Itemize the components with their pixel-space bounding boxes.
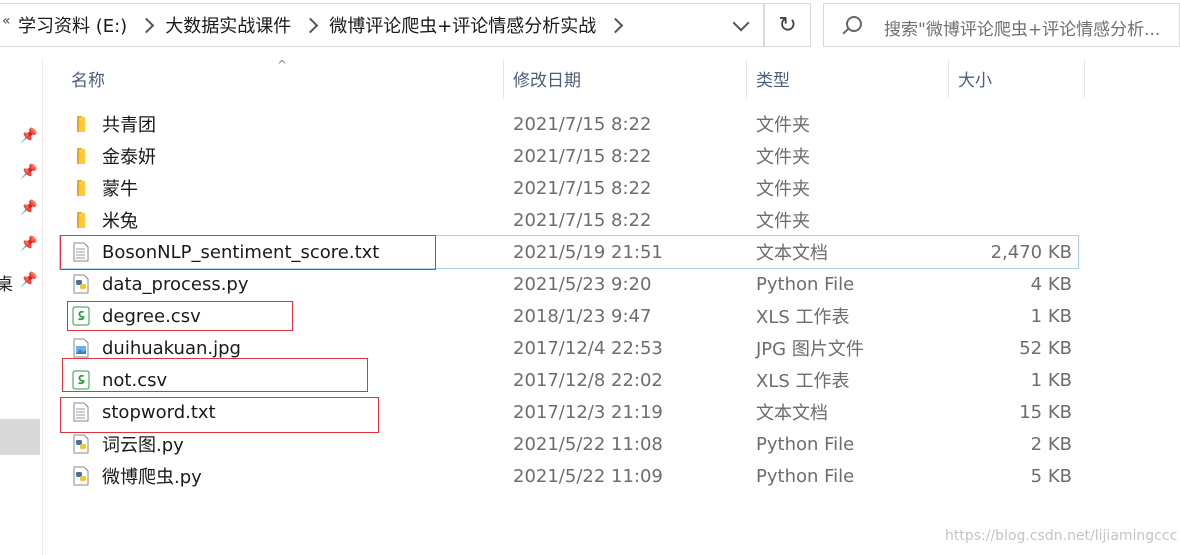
file-modified-date: 2021/7/15 8:22 [513, 113, 652, 135]
pin-icon[interactable]: 📌 [20, 200, 37, 216]
column-header: ^ 名称 修改日期 类型 大小 [43, 58, 1085, 100]
pin-icon[interactable]: 📌 [20, 272, 37, 288]
file-modified-date: 2021/5/19 21:51 [513, 241, 663, 263]
file-modified-date: 2021/5/23 9:20 [513, 273, 652, 295]
file-size: 5 KB [1030, 465, 1072, 487]
file-row[interactable]: 米兔 2021/7/15 8:22 文件夹 [60, 204, 1078, 236]
file-size: 2 KB [1030, 433, 1072, 455]
search-icon [846, 16, 862, 32]
pin-icon[interactable]: 📌 [20, 164, 37, 180]
sort-ascending-icon: ^ [277, 58, 288, 72]
folder-icon [72, 210, 90, 230]
file-type: Python File [756, 465, 855, 487]
file-name: 微博爬虫.py [102, 467, 202, 488]
file-type: XLS 工作表 [756, 371, 850, 392]
folder-icon [72, 114, 90, 134]
column-divider[interactable] [948, 60, 949, 98]
column-header-size[interactable]: 大小 [958, 58, 992, 98]
python-file-icon [72, 434, 90, 454]
file-modified-date: 2017/12/4 22:53 [513, 337, 663, 359]
file-type: XLS 工作表 [756, 307, 850, 328]
search-input[interactable]: 搜索"微博评论爬虫+评论情感分析... [884, 15, 1160, 40]
folder-icon [72, 146, 90, 166]
breadcrumb-folder-course[interactable]: 大数据实战课件 [165, 12, 291, 38]
file-type: 文件夹 [756, 115, 810, 136]
file-modified-date: 2021/5/22 11:09 [513, 465, 663, 487]
file-row[interactable]: 金泰妍 2021/7/15 8:22 文件夹 [60, 140, 1078, 172]
file-row[interactable]: 微博爬虫.py 2021/5/22 11:09 Python File 5 KB [60, 460, 1078, 492]
address-history-dropdown-icon[interactable] [732, 14, 750, 32]
annotation-box-boson [60, 235, 436, 270]
file-name: 共青团 [102, 115, 156, 136]
file-modified-date: 2021/5/22 11:08 [513, 433, 663, 455]
column-divider[interactable] [746, 60, 747, 98]
file-modified-date: 2017/12/3 21:19 [513, 401, 663, 423]
chevron-right-icon[interactable] [138, 17, 155, 33]
toolbar: « 学习资料 (E:) 大数据实战课件 微博评论爬虫+评论情感分析实战 ↻ 搜索… [0, 0, 1180, 56]
nav-item-selected[interactable] [0, 419, 40, 455]
file-type: 文件夹 [756, 211, 810, 232]
address-bar[interactable]: « 学习资料 (E:) 大数据实战课件 微博评论爬虫+评论情感分析实战 [0, 3, 764, 47]
file-modified-date: 2021/7/15 8:22 [513, 145, 652, 167]
file-size: 52 KB [1019, 337, 1072, 359]
file-type: JPG 图片文件 [756, 339, 864, 360]
column-divider[interactable] [503, 60, 504, 98]
breadcrumb: 学习资料 (E:) 大数据实战课件 微博评论爬虫+评论情感分析实战 [18, 4, 634, 46]
file-modified-date: 2021/7/15 8:22 [513, 177, 652, 199]
file-size: 1 KB [1030, 369, 1072, 391]
image-file-icon [72, 338, 90, 358]
file-type: 文本文档 [756, 243, 828, 264]
annotation-box-degree [67, 301, 293, 331]
column-header-name[interactable]: 名称 [71, 58, 105, 98]
chevron-right-icon[interactable] [608, 17, 624, 33]
breadcrumb-folder-current[interactable]: 微博评论爬虫+评论情感分析实战 [329, 12, 596, 38]
file-modified-date: 2018/1/23 9:47 [513, 305, 652, 327]
file-size: 1 KB [1030, 305, 1072, 327]
file-size: 4 KB [1030, 273, 1072, 295]
annotation-box-stopword [60, 397, 379, 433]
column-divider[interactable] [1084, 60, 1085, 98]
file-type: 文本文档 [756, 403, 828, 424]
python-file-icon [72, 274, 90, 294]
file-name: data_process.py [102, 273, 249, 295]
watermark: https://blog.csdn.net/lijiamingccc [945, 528, 1178, 544]
file-name: 蒙牛 [102, 179, 138, 200]
annotation-box-not [62, 358, 368, 392]
folder-icon [72, 178, 90, 198]
column-header-date[interactable]: 修改日期 [513, 58, 581, 98]
navigation-pane: 📌 📌 📌 📌 📌 桌 [0, 58, 43, 555]
file-name: 米兔 [102, 211, 138, 232]
refresh-icon: ↻ [778, 12, 797, 38]
search-box[interactable]: 搜索"微博评论爬虫+评论情感分析... [823, 3, 1180, 47]
file-size: 2,470 KB [990, 241, 1072, 263]
pin-icon[interactable]: 📌 [20, 128, 37, 144]
nav-item-desktop[interactable]: 桌 [0, 270, 13, 295]
file-name: 金泰妍 [102, 147, 156, 168]
file-size: 15 KB [1019, 401, 1072, 423]
file-row[interactable]: 共青团 2021/7/15 8:22 文件夹 [60, 108, 1078, 140]
refresh-button[interactable]: ↻ [764, 3, 811, 47]
file-type: Python File [756, 433, 855, 455]
file-row[interactable]: data_process.py 2021/5/23 9:20 Python File… [60, 268, 1078, 300]
file-type: 文件夹 [756, 179, 810, 200]
overflow-chevron-icon[interactable]: « [2, 13, 11, 29]
file-modified-date: 2021/7/15 8:22 [513, 209, 652, 231]
breadcrumb-drive[interactable]: 学习资料 (E:) [18, 12, 127, 38]
pin-icon[interactable]: 📌 [20, 236, 37, 252]
file-type: Python File [756, 273, 855, 295]
file-type: 文件夹 [756, 147, 810, 168]
column-header-type[interactable]: 类型 [756, 58, 790, 98]
python-file-icon [72, 466, 90, 486]
file-modified-date: 2017/12/8 22:02 [513, 369, 663, 391]
chevron-right-icon[interactable] [302, 17, 319, 33]
file-row[interactable]: 蒙牛 2021/7/15 8:22 文件夹 [60, 172, 1078, 204]
